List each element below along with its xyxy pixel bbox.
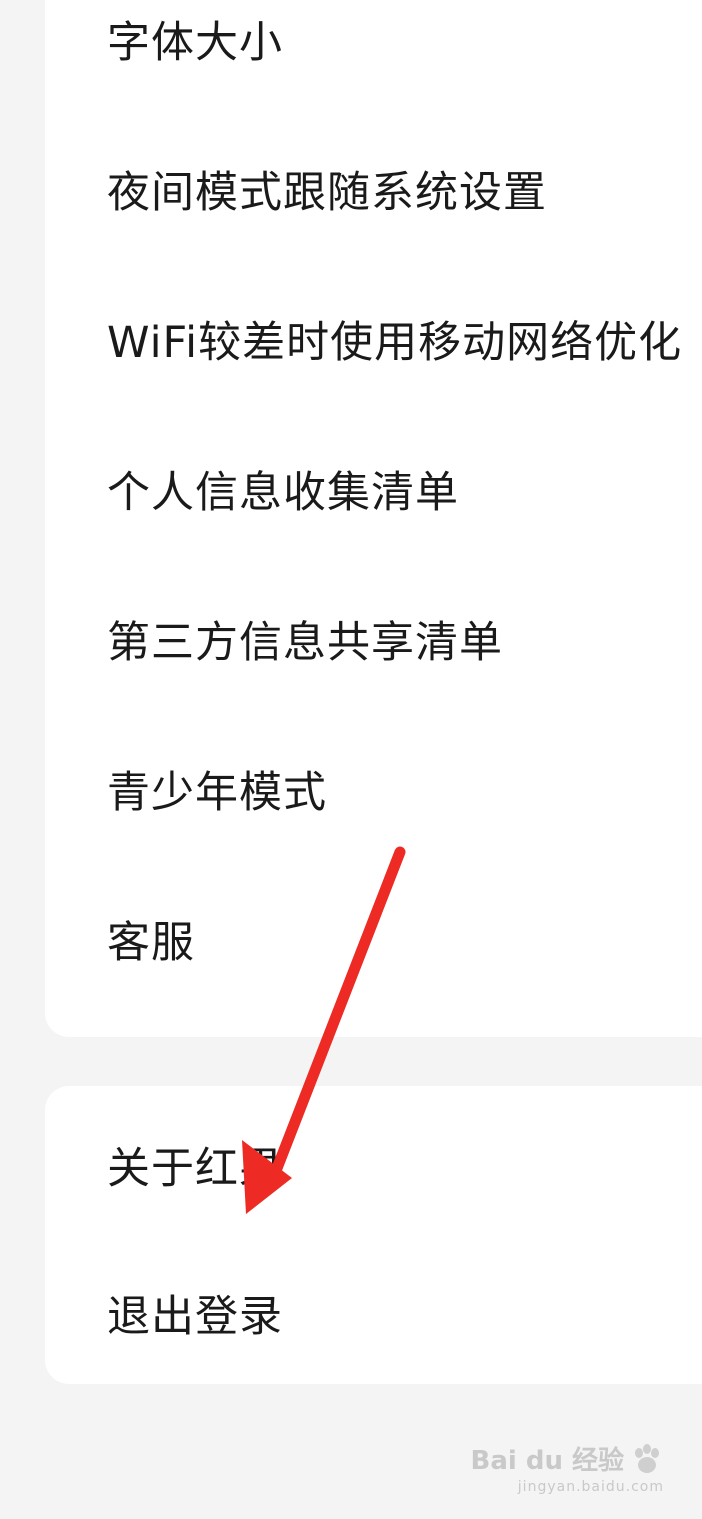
baidu-jingyan-watermark: Bai du 经验 jingyan.baidu.com [471, 1440, 665, 1495]
settings-item-third-party-sharing[interactable]: 第三方信息共享清单 [107, 564, 702, 714]
watermark-brand: Bai du 经验 [470, 1446, 625, 1476]
logout-button[interactable]: 退出登录 [107, 1238, 702, 1388]
settings-item-wifi-mobile-network[interactable]: WiFi较差时使用移动网络优化 [107, 264, 702, 414]
paw-icon [635, 1443, 659, 1473]
settings-item-personal-info-list[interactable]: 个人信息收集清单 [107, 414, 702, 564]
settings-item-teen-mode[interactable]: 青少年模式 [107, 714, 702, 864]
settings-card-account: 关于红果 退出登录 [45, 1086, 702, 1384]
settings-item-about[interactable]: 关于红果 [107, 1090, 702, 1240]
settings-item-customer-service[interactable]: 客服 [107, 864, 702, 1014]
settings-item-night-mode[interactable]: 夜间模式跟随系统设置 [107, 114, 702, 264]
watermark-url: jingyan.baidu.com [517, 1479, 664, 1495]
settings-item-font-size[interactable]: 字体大小 [107, 0, 702, 114]
settings-card-general: 字体大小 夜间模式跟随系统设置 WiFi较差时使用移动网络优化 个人信息收集清单… [45, 0, 702, 1037]
